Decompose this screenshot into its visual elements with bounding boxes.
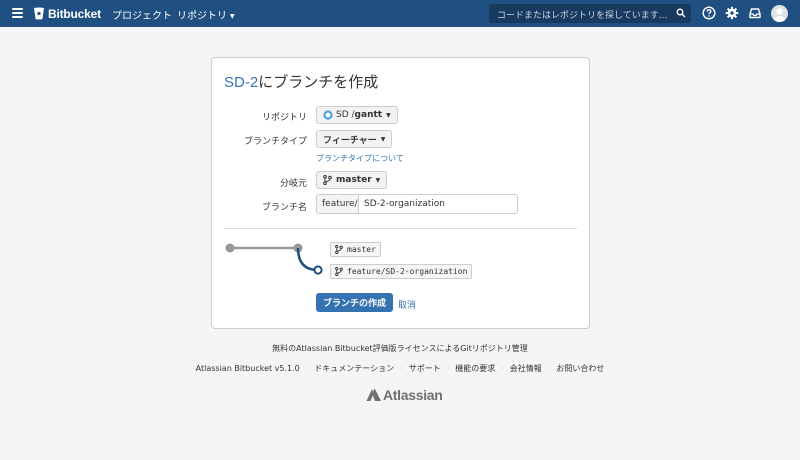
chevron-down-icon: ▼ (375, 176, 381, 184)
footer-separator: · (501, 364, 504, 373)
gear-icon[interactable] (725, 6, 739, 20)
user-icon (773, 8, 786, 22)
license-message: 無料のAtlassian Bitbucket評価版ライセンスによるGitリポジト… (272, 344, 528, 353)
footer-separator: · (400, 364, 403, 373)
branch-type-help-link[interactable]: ブランチタイプについて (316, 153, 404, 164)
page-title-text: にブランチを作成 (258, 74, 379, 91)
avatar[interactable] (771, 5, 788, 22)
footer-version[interactable]: Atlassian Bitbucket v5.1.0 (196, 364, 300, 373)
bitbucket-icon (34, 7, 44, 20)
menu-icon[interactable] (12, 8, 23, 18)
repository-label: リポジトリ (261, 113, 307, 123)
nav-repositories[interactable]: リポジトリ ▼ (177, 7, 235, 22)
target-branch-tag: feature/SD-2-organization (330, 264, 473, 279)
from-branch-value: master (336, 175, 372, 185)
footer-links: Atlassian Bitbucket v5.1.0 · ドキュメンテーション · サポ… (0, 363, 800, 374)
branch-name-label: ブランチ名 (261, 203, 307, 213)
chevron-down-icon: ▼ (380, 135, 386, 143)
atlassian-icon (366, 389, 381, 401)
footer-link-about[interactable]: 会社情報 (510, 364, 542, 373)
repository-select[interactable]: SD / gantt ▼ (316, 106, 398, 124)
branch-icon (335, 245, 343, 254)
target-branch-name: feature/SD-2-organization (347, 267, 468, 276)
source-branch-tag: master (330, 242, 381, 257)
repository-project: SD / (336, 110, 355, 120)
nav-projects[interactable]: プロジェクト (112, 7, 172, 22)
issue-key-link[interactable]: SD-2 (224, 74, 258, 91)
branch-name-input[interactable]: SD-2-organization (358, 194, 518, 214)
search-input[interactable]: コードまたはレポジトリを探しています... (489, 4, 691, 23)
inbox-icon[interactable] (748, 6, 762, 20)
chevron-down-icon: ▼ (230, 12, 235, 20)
footer-link-documentation[interactable]: ドキュメンテーション (314, 364, 394, 373)
footer-separator: · (305, 364, 309, 373)
repository-icon (323, 110, 333, 120)
branch-icon (335, 267, 343, 276)
atlassian-wordmark: Atlassian (383, 387, 443, 403)
footer-separator: · (446, 364, 450, 373)
nav-repositories-label: リポジトリ (177, 11, 227, 22)
create-branch-button[interactable]: ブランチの作成 (316, 293, 393, 312)
branch-type-value: フィーチャー (323, 135, 377, 146)
create-branch-panel: SD-2にブランチを作成 リポジトリ SD / gantt ▼ ブランチタイプ … (211, 57, 590, 329)
branch-icon (323, 175, 332, 185)
search-placeholder: コードまたはレポジトリを探しています... (497, 11, 668, 21)
page-title: SD-2にブランチを作成 (224, 71, 378, 92)
atlassian-logo[interactable]: Atlassian (366, 387, 443, 403)
from-branch-label: 分岐元 (279, 179, 307, 189)
help-icon[interactable] (702, 6, 716, 20)
footer-link-support[interactable]: サポート (409, 364, 441, 373)
repository-name: gantt (354, 110, 383, 120)
brand-name: Bitbucket (48, 6, 101, 21)
branch-type-select[interactable]: フィーチャー ▼ (316, 130, 393, 148)
source-branch-name: master (347, 245, 376, 254)
branch-name-prefix: feature/ (316, 194, 358, 214)
search-icon (676, 8, 686, 18)
footer-separator: · (547, 364, 551, 373)
divider (224, 228, 577, 229)
bitbucket-logo[interactable]: Bitbucket (33, 6, 101, 21)
branch-graph (225, 243, 323, 275)
branch-type-label: ブランチタイプ (243, 137, 307, 147)
from-branch-select[interactable]: master ▼ (316, 171, 388, 189)
top-navigation-bar: Bitbucket プロジェクト リポジトリ ▼ コードまたはレポジトリを探してい… (0, 0, 800, 27)
chevron-down-icon: ▼ (386, 111, 391, 119)
cancel-link[interactable]: 取消 (398, 298, 416, 311)
footer-link-contact[interactable]: お問い合わせ (556, 364, 604, 373)
new-branch-node (313, 265, 323, 275)
source-commit-node (225, 243, 235, 253)
footer-link-feature-request[interactable]: 機能の要求 (455, 364, 495, 373)
